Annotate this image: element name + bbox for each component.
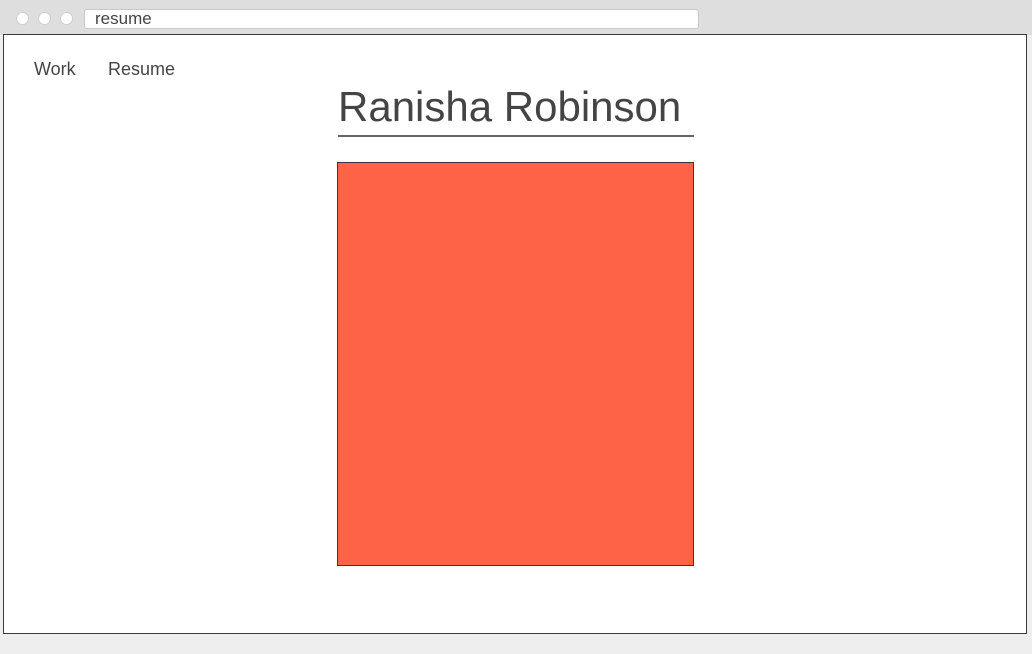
page-title: Ranisha Robinson xyxy=(338,83,682,130)
window-close-icon[interactable] xyxy=(16,12,29,25)
nav-link-resume[interactable]: Resume xyxy=(108,59,175,80)
page-viewport: Work Resume Ranisha Robinson xyxy=(3,34,1027,634)
window-minimize-icon[interactable] xyxy=(38,12,51,25)
address-bar[interactable]: resume xyxy=(84,9,699,29)
nav-link-work[interactable]: Work xyxy=(34,59,76,80)
browser-titlebar: resume xyxy=(0,0,1032,35)
window-maximize-icon[interactable] xyxy=(60,12,73,25)
title-underline xyxy=(338,135,694,137)
hero-image-placeholder xyxy=(337,162,694,566)
browser-window: resume Work Resume Ranisha Robinson xyxy=(0,0,1032,654)
